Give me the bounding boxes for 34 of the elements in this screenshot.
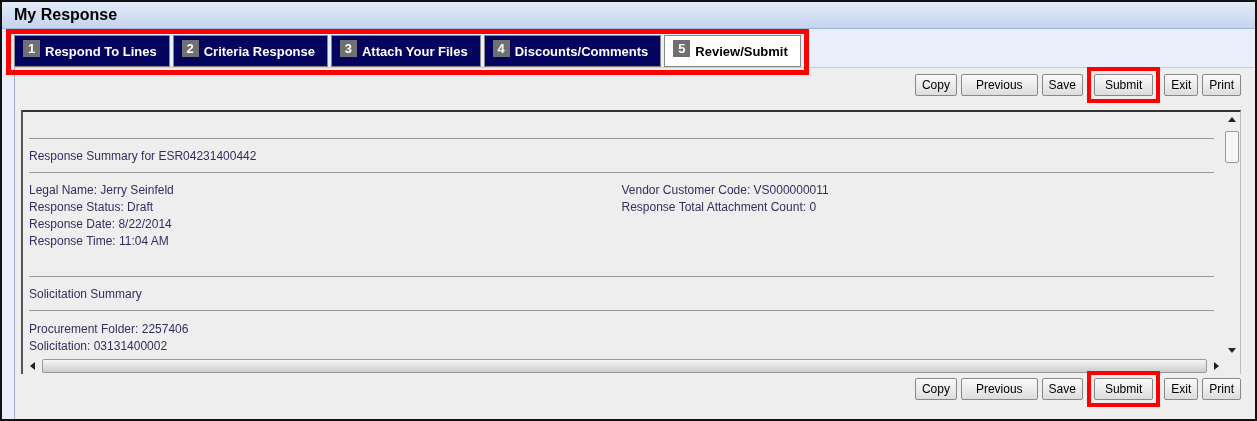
- action-button[interactable]: Copy: [914, 74, 957, 96]
- field-text: Response Status: Draft: [29, 199, 155, 216]
- action-button[interactable]: Copy: [914, 378, 957, 400]
- field-text: Procurement Folder: 2257406: [29, 321, 190, 338]
- action-button[interactable]: Print: [1202, 378, 1241, 400]
- field-text: Response Total Attachment Count: 0: [621, 199, 818, 216]
- section-heading: Solicitation Summary: [29, 286, 143, 303]
- scroll-up-icon[interactable]: [1228, 117, 1236, 122]
- action-button[interactable]: Save: [1041, 378, 1083, 400]
- field-text: Vendor Customer Code: VS000000011: [621, 182, 830, 199]
- scroll-thumb[interactable]: [42, 359, 1207, 373]
- field-text: Solicitation: 03131400002: [29, 338, 169, 355]
- field-text: Legal Name: Jerry Seinfeld: [29, 182, 175, 199]
- action-button[interactable]: Previous: [960, 74, 1038, 96]
- scroll-down-icon[interactable]: [1228, 348, 1236, 353]
- action-button[interactable]: Previous: [960, 378, 1038, 400]
- action-button[interactable]: Exit: [1164, 378, 1199, 400]
- tab[interactable]: 4 Discounts/Comments: [483, 35, 662, 67]
- tab[interactable]: 1 Respond To Lines: [14, 35, 170, 67]
- action-button[interactable]: Submit: [1093, 74, 1154, 96]
- tab[interactable]: 3 Attach Your Files: [331, 35, 481, 67]
- action-button[interactable]: Exit: [1164, 74, 1199, 96]
- action-button[interactable]: Save: [1041, 74, 1083, 96]
- scroll-right-icon[interactable]: [1214, 362, 1219, 370]
- section-heading: Response Summary for ESR04231400442: [29, 148, 258, 165]
- window-title: My Response: [14, 6, 118, 24]
- action-button[interactable]: Print: [1202, 74, 1241, 96]
- field-text: Response Time: 11:04 AM: [29, 233, 170, 250]
- tab[interactable]: 2 Criteria Response: [172, 35, 328, 67]
- scroll-left-icon[interactable]: [30, 362, 35, 370]
- field-text: Response Date: 8/22/2014: [29, 216, 173, 233]
- tab[interactable]: 5 Review/Submit: [664, 35, 801, 67]
- scroll-thumb[interactable]: [1225, 131, 1239, 163]
- action-button[interactable]: Submit: [1093, 378, 1154, 400]
